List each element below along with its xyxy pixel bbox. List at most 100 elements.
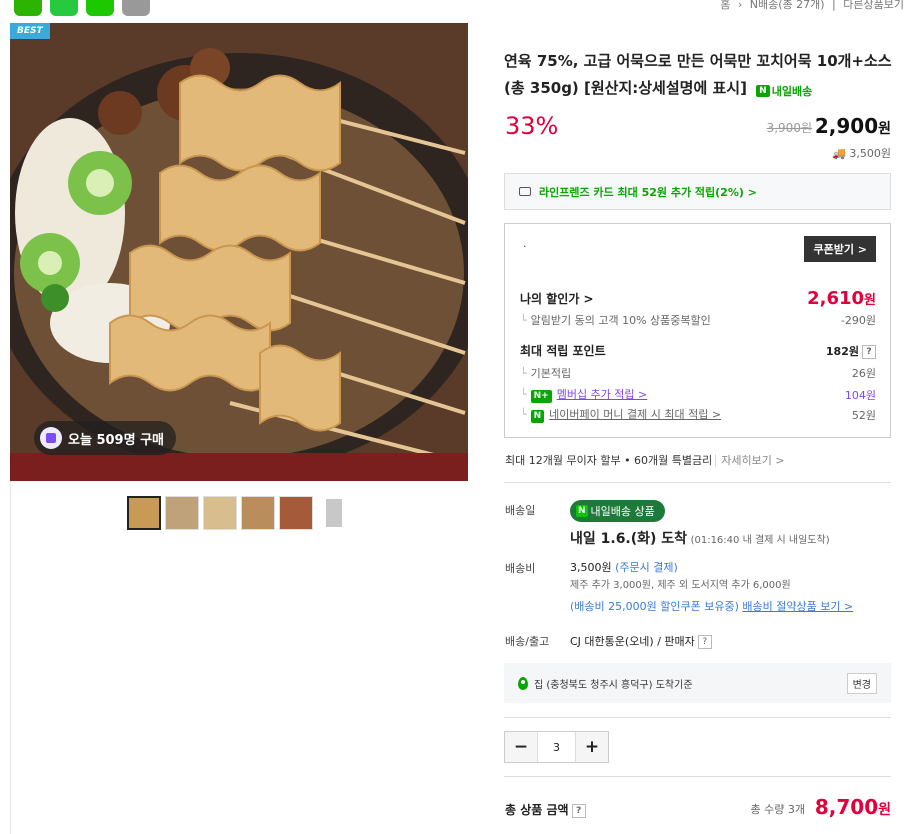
shipping-block: 3,500원 (주문시 결제) 제주 추가 3,000원, 제주 외 도서지역 … [570,559,853,616]
address-text: 집 (충청북도 청주시 흥덕구) 도착기준 [534,679,693,691]
address-change-button[interactable]: 변경 [846,673,877,694]
divider [504,482,891,483]
quantity-minus-button[interactable]: − [505,732,537,762]
naverpay-link[interactable]: 네이버페이 머니 결제 시 최대 적립 > [549,408,721,421]
next-day-delivery-badge: N 내일배송 [756,78,812,105]
thumbnail[interactable] [165,496,199,530]
delivery-date-label: 배송일 [505,504,536,517]
breadcrumb-other[interactable]: 다른상품보기 [843,0,904,11]
help-icon[interactable]: ? [571,803,586,818]
thumbnail[interactable] [279,496,313,530]
naverpay-icon: N [530,410,545,423]
product-title-text: 연육 75%, 고급 어묵으로 만든 어묵만 꼬치어묵 10개+소스 (총 35… [504,52,892,97]
left-divider [10,481,11,834]
help-icon[interactable]: ? [697,635,712,649]
original-price: 3,900원 [766,121,812,135]
naver-plus-icon: N+ [530,390,552,403]
my-price-unit: 원 [864,293,876,308]
purchase-count-text: 오늘 509명 구매 [68,432,164,448]
naverpay-value: 52원 [851,408,876,422]
total-price: 8,700원 [815,795,891,819]
card-icon [519,187,531,196]
basic-points-value: 26원 [851,367,876,380]
shipping-fee-top: 🚚 3,500원 [832,145,891,161]
delivery-date-block: N 내일배송 상품 내일 1.6.(화) 도착 (01:16:40 내 결제 시 … [570,500,830,548]
product-title: 연육 75%, 고급 어묵으로 만든 어묵만 꼬치어묵 10개+소스 (총 35… [504,48,894,105]
quantity-input[interactable]: 3 [537,732,576,762]
card-promo-banner[interactable]: 라인프렌즈 카드 최대 52원 추가 적립(2%) > [504,173,891,210]
more-share-icon[interactable] [122,0,150,16]
total-price-unit: 원 [878,802,891,818]
sale-price-unit: 원 [878,121,891,137]
sale-price: 2,900원 [815,114,891,138]
talk-share-icon[interactable] [50,0,78,16]
my-price: 2,610원 [807,288,876,309]
total-label-block: 총 상품 금액? [505,801,586,818]
total-count: 총 수량 3개 [750,803,805,816]
delivery-date-note: (01:16:40 내 결제 시 내일도착) [690,535,830,546]
thumbnail[interactable] [317,496,351,530]
shipping-save-link[interactable]: 배송비 절약상품 보기 > [742,600,853,613]
coupon-button[interactable]: 쿠폰받기 > [804,236,876,262]
best-badge: BEST [10,23,50,39]
top-bar: 홈 › N배송(총 27개) | 다른상품보기 [0,0,912,22]
shipping-paytype: (주문시 결제) [615,561,678,574]
address-box: 집 (충청북도 청주시 흥덕구) 도착기준 변경 [504,663,891,703]
quantity-stepper: − 3 + [504,731,609,763]
next-day-delivery-text: 내일배송 [771,84,813,98]
location-pin-icon [518,676,528,690]
breadcrumb: 홈 › N배송(총 27개) | 다른상품보기 [720,0,904,11]
n-delivery-icon: N [576,505,588,517]
thumbnail[interactable] [127,496,161,530]
divider [504,776,891,777]
total-label: 총 상품 금액 [505,803,569,817]
thumbnail[interactable] [203,496,237,530]
shipping-extra: 제주 추가 3,000원, 제주 외 도서지역 추가 6,000원 [570,580,791,591]
installment-text: 최대 12개월 무이자 할부 • 60개월 특별금리 [505,454,713,467]
card-promo-text: 라인프렌즈 카드 최대 52원 추가 적립(2%) > [539,185,757,199]
membership-link[interactable]: 멤버십 추가 적립 > [557,388,648,401]
points-label: 최대 적립 포인트 [520,344,606,358]
quantity-plus-button[interactable]: + [576,732,608,762]
next-day-pill: N 내일배송 상품 [570,500,665,522]
carrier-block: CJ 대한통운(오네) / 판매자? [570,633,712,649]
discount-rate: 33% [505,112,559,140]
total-price-value: 8,700 [814,795,879,819]
installment-info: 최대 12개월 무이자 할부 • 60개월 특별금리 자세히보기 > [505,452,785,468]
thumbnail-list [127,496,351,530]
alarm-discount-value: -290원 [840,314,876,327]
my-price-row: 나의 할인가 > 2,610원 [520,288,876,309]
purchase-count-badge: 오늘 509명 구매 [34,421,176,455]
alarm-discount-row: └ 알림받기 동의 고객 10% 상품중복할인 -290원 [520,314,876,327]
breadcrumb-category[interactable]: N배송(총 27개) [750,0,825,11]
benefit-dot: · [523,240,527,253]
membership-row: └ N+ 멤버십 추가 적립 > 104원 [520,388,876,403]
alarm-discount-label: 알림받기 동의 고객 10% 상품중복할인 [530,314,711,327]
shipping-fee-top-value: 3,500원 [849,147,891,160]
fishcake-photo [10,23,468,481]
membership-value: 104원 [844,388,876,402]
sale-price-value: 2,900 [814,114,879,138]
my-price-value: 2,610 [807,288,865,309]
bookmark-share-icon[interactable] [86,0,114,16]
benefit-box: · 쿠폰받기 > 나의 할인가 > 2,610원 └ 알림받기 동의 고객 10%… [504,223,891,438]
next-day-pill-text: 내일배송 상품 [590,505,655,518]
basic-points-row: └ 기본적립 26원 [520,367,876,380]
shopping-bag-icon [40,427,62,449]
points-value: 182원 [825,344,859,358]
help-icon[interactable]: ? [862,344,876,359]
n-delivery-icon: N [756,85,770,97]
installment-link[interactable]: 자세히보기 > [715,454,785,467]
shipping-coupon: (배송비 25,000원 할인쿠폰 보유중) [570,600,739,613]
breadcrumb-home[interactable]: 홈 [720,0,730,11]
product-main-image[interactable]: BEST 오늘 509명 구매 [10,23,468,481]
truck-icon: 🚚 [832,147,846,160]
naverpay-row: └ N 네이버페이 머니 결제 시 최대 적립 > 52원 [520,408,876,423]
thumbnail[interactable] [241,496,275,530]
basic-points-label: 기본적립 [530,367,572,380]
shipping-label: 배송비 [505,562,536,575]
blog-share-icon[interactable] [14,0,42,16]
divider [504,717,891,718]
points-row: 최대 적립 포인트 182원? [520,342,876,359]
my-price-label[interactable]: 나의 할인가 > [520,290,594,307]
